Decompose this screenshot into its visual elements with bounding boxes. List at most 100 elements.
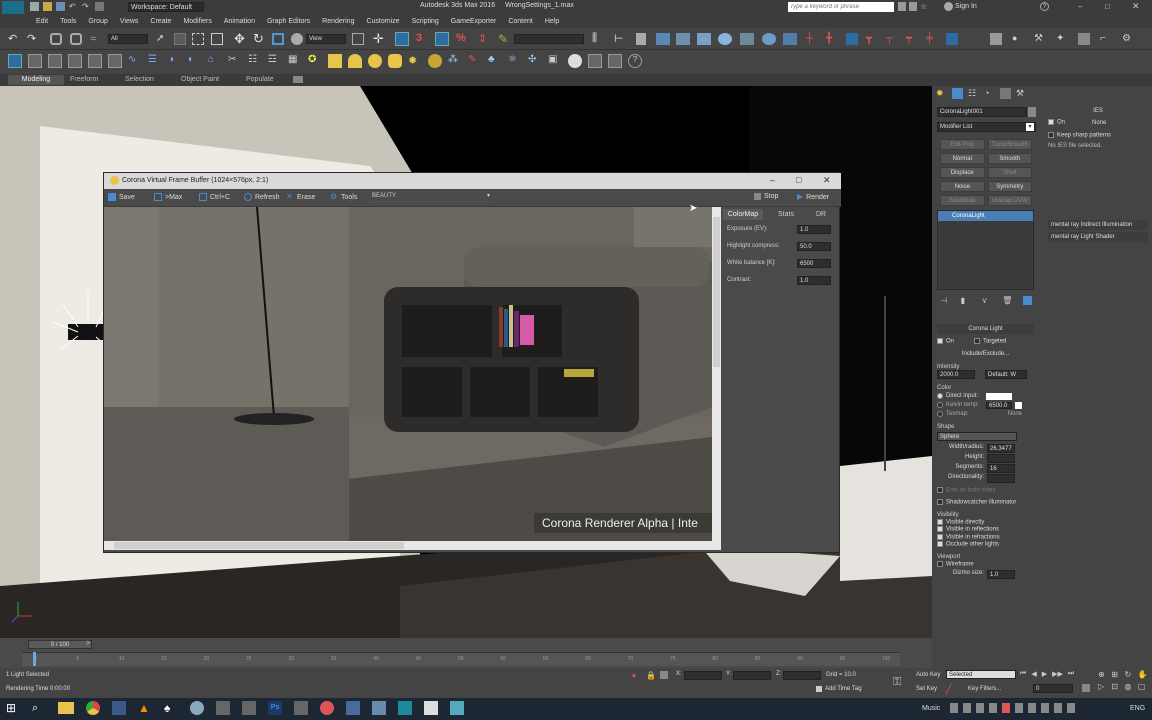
rotate-icon[interactable]: ↻ — [253, 31, 264, 47]
zoom-extents-icon[interactable]: ⊡ — [1111, 682, 1121, 691]
go-to-start-icon[interactable]: ⏮ — [1020, 670, 1026, 678]
checkbox[interactable] — [1048, 119, 1054, 125]
key-icon[interactable]: ⚿ — [893, 676, 901, 689]
checkbox[interactable] — [937, 518, 943, 525]
corona-scatter-icon[interactable] — [946, 33, 958, 45]
scene-explorer-icon[interactable] — [656, 33, 670, 45]
app-icon[interactable] — [294, 701, 308, 715]
select-manipulate-icon[interactable]: ✛ — [373, 31, 384, 47]
mod-smooth-button[interactable]: Smooth — [987, 153, 1032, 164]
add-time-tag-button[interactable]: Add Time Tag — [816, 686, 862, 692]
lock-icon[interactable]: ⌂ — [208, 54, 222, 68]
vfb-render-image[interactable]: Corona Renderer Alpha | Inte — [104, 207, 712, 541]
radio[interactable] — [937, 392, 943, 399]
settings-icon[interactable]: ⚙ — [1122, 33, 1134, 45]
inkscape-icon[interactable]: ♠ — [164, 701, 178, 715]
menu-scripting[interactable]: Scripting — [406, 18, 445, 25]
scripts-icon[interactable] — [1078, 33, 1090, 45]
undo-button[interactable]: ↶ — [8, 32, 17, 45]
align-icon[interactable]: ⊢ — [614, 32, 624, 45]
menu-gameexporter[interactable]: GameExporter — [445, 18, 503, 25]
vfb-tab-stats[interactable]: Stats — [771, 209, 801, 220]
vfb-save-button[interactable]: Save — [108, 193, 135, 201]
sun-icon[interactable]: ✹ — [408, 54, 422, 68]
z-coordinate-field[interactable] — [783, 671, 822, 680]
kelvin-swatch[interactable] — [1015, 401, 1022, 409]
snapshot-icon[interactable] — [68, 54, 82, 68]
mod-edit-poly-button[interactable]: Edit Poly — [940, 139, 985, 150]
ribbon-tab-selection[interactable]: Selection — [125, 76, 154, 83]
checkbox[interactable] — [937, 486, 943, 493]
corona-ipr-icon[interactable]: ╋ — [826, 33, 838, 45]
app-icon[interactable] — [424, 701, 438, 715]
width-radius-field[interactable]: 26.3477 — [987, 443, 1015, 453]
redo-icon[interactable]: ↷ — [82, 2, 91, 11]
mod-turbosmooth-button[interactable]: TurboSmooth — [987, 139, 1032, 150]
vfb-minimize-button[interactable]: – — [770, 175, 775, 185]
motion-icon[interactable]: ☲ — [268, 54, 282, 68]
vfb-stop-button[interactable]: Stop — [754, 193, 778, 200]
timeline-playhead[interactable] — [33, 652, 36, 666]
keep-sharp-checkbox[interactable]: Keep sharp patterns — [1048, 131, 1148, 138]
vfb-render-button[interactable]: ▶ Render — [797, 193, 829, 201]
y-coordinate-field[interactable] — [733, 671, 772, 680]
modify-tab-icon[interactable] — [952, 88, 963, 99]
time-slider[interactable]: 0 / 100 — [28, 640, 92, 649]
create-tab-icon[interactable]: ✹ — [936, 88, 947, 99]
tray-icon[interactable] — [950, 703, 958, 713]
camera-icon[interactable]: ▣ — [548, 54, 562, 68]
absolute-mode-icon[interactable] — [660, 671, 668, 679]
emit-both-checkbox[interactable]: Emit on both sides — [937, 486, 1034, 493]
vfb-tools-button[interactable]: ⚙ Tools — [330, 193, 357, 201]
next-frame-icon[interactable]: ▶▶ — [1052, 670, 1063, 678]
app-icon[interactable] — [372, 701, 386, 715]
bulb-icon[interactable]: ✪ — [308, 54, 322, 68]
app-icon[interactable] — [242, 701, 256, 715]
corona-interactive-icon[interactable] — [846, 33, 858, 45]
modifier-list-dropdown[interactable]: Modifier List ▾ — [937, 122, 1036, 132]
fluid-icon[interactable]: ✎ — [468, 54, 482, 68]
time-slider-next-icon[interactable]: > — [86, 640, 90, 647]
set-key-button[interactable]: Set Key — [916, 686, 937, 692]
current-frame-field[interactable]: 0 — [1033, 684, 1073, 693]
checkbox[interactable] — [937, 541, 943, 548]
checkbox[interactable] — [974, 338, 981, 344]
tray-icon[interactable] — [1041, 703, 1049, 713]
file-explorer-icon[interactable] — [58, 702, 74, 714]
light-lister-icon[interactable]: ☰ — [148, 54, 162, 68]
network-tray-icon[interactable] — [1054, 703, 1062, 713]
pan-icon[interactable]: ✋ — [1138, 670, 1148, 679]
object-color-swatch[interactable] — [1028, 107, 1036, 117]
directionality-field[interactable] — [987, 473, 1015, 483]
clone-icon[interactable] — [108, 54, 122, 68]
chrome-icon[interactable] — [86, 701, 100, 715]
texmap-button[interactable]: None — [986, 411, 1022, 417]
rectangle-selection-icon[interactable] — [192, 33, 204, 45]
app-icon[interactable] — [112, 701, 126, 715]
maximize-button[interactable]: □ — [1105, 2, 1110, 11]
new-file-icon[interactable] — [30, 2, 39, 11]
corona-proxy-icon[interactable]: ┬ — [886, 33, 898, 45]
menu-group[interactable]: Group — [82, 18, 113, 25]
direct-input-row[interactable]: Direct input: — [937, 392, 1034, 400]
select-by-name-icon[interactable] — [174, 33, 186, 45]
occlude-checkbox[interactable]: Occlude other lights — [937, 541, 1034, 548]
tray-icon[interactable] — [1015, 703, 1023, 713]
bracket-icon[interactable]: ⌐ — [1100, 33, 1112, 45]
tray-icon[interactable] — [963, 703, 971, 713]
maximize-viewport-icon[interactable]: ▢ — [1138, 682, 1148, 691]
select-link-icon[interactable] — [50, 33, 62, 45]
vfb-maximize-button[interactable]: □ — [796, 175, 801, 185]
project-folder-icon[interactable] — [95, 2, 104, 11]
previous-frame-icon[interactable]: ◀ — [1031, 670, 1036, 678]
radio[interactable] — [937, 401, 943, 408]
scroll-thumb[interactable] — [114, 542, 404, 549]
unlink-icon[interactable] — [70, 33, 82, 45]
menu-help[interactable]: Help — [539, 18, 565, 25]
atom-icon[interactable]: ⚛ — [508, 54, 522, 68]
vfb-tab-colormap[interactable]: ColorMap — [723, 209, 763, 220]
spinner-snap-icon[interactable]: ⇕ — [478, 32, 487, 45]
orbit-icon[interactable]: ↻ — [1125, 670, 1135, 679]
targeted-checkbox[interactable]: Targeted — [974, 338, 1006, 345]
tray-icon[interactable] — [989, 703, 997, 713]
